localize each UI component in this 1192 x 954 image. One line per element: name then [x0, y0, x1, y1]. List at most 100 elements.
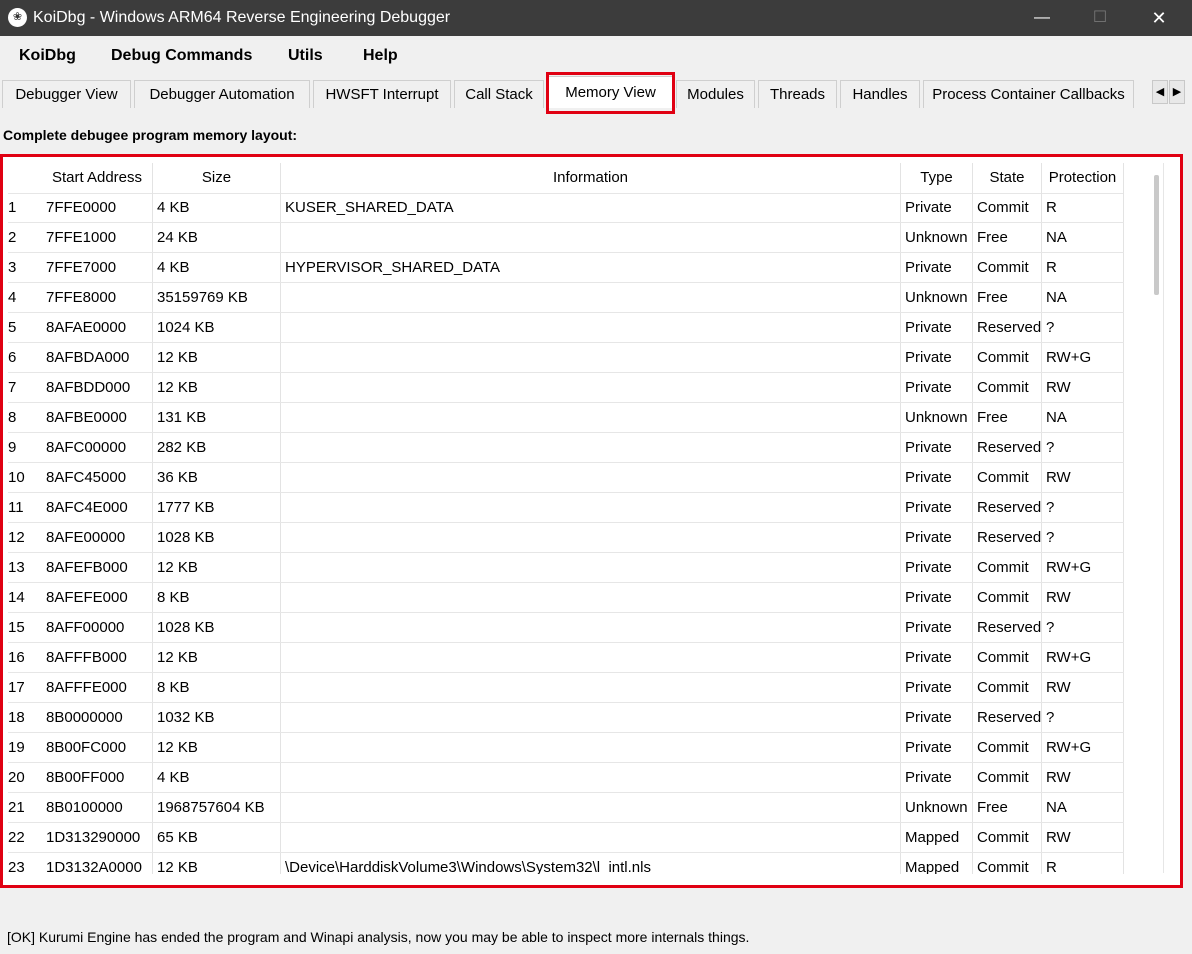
maximize-button[interactable]: ☐: [1080, 4, 1120, 32]
cell-size: 12 KB: [153, 343, 281, 372]
tab-scroll-left-icon[interactable]: ◀: [1152, 80, 1168, 104]
table-row[interactable]: 6 8AFBDA000 12 KB Private Commit RW+G: [8, 343, 1124, 373]
table-row[interactable]: 5 8AFAE0000 1024 KB Private Reserved?: [8, 313, 1124, 343]
cell-information: [281, 523, 901, 552]
cell-type: Unknown: [901, 793, 973, 822]
table-row[interactable]: 13 8AFEFB000 12 KB Private Commit RW+G: [8, 553, 1124, 583]
cell-size: 8 KB: [153, 583, 281, 612]
table-row[interactable]: 7 8AFBDD000 12 KB Private Commit RW: [8, 373, 1124, 403]
tab-process-container-callbacks[interactable]: Process Container Callbacks: [923, 80, 1134, 108]
cell-state: Reserved: [973, 493, 1042, 522]
tab-scroll-right-icon[interactable]: ▶: [1169, 80, 1185, 104]
cell-state: Commit: [973, 253, 1042, 282]
cell-information: [281, 373, 901, 402]
cell-protection: ?: [1042, 703, 1124, 732]
tab-debugger-automation[interactable]: Debugger Automation: [134, 80, 310, 108]
cell-protection: RW: [1042, 823, 1124, 852]
cell-row-number: 9: [8, 439, 17, 456]
cell-size: 24 KB: [153, 223, 281, 252]
table-row[interactable]: 11 8AFC4E000 1777 KB Private Reserved?: [8, 493, 1124, 523]
cell-start-address: 8AFEFE000: [42, 583, 153, 612]
cell-type: Unknown: [901, 223, 973, 252]
header-start-address[interactable]: Start Address: [42, 163, 153, 193]
table-row[interactable]: 2 7FFE1000 24 KB Unknown Free NA: [8, 223, 1124, 253]
cell-start-address: 8AFC45000: [42, 463, 153, 492]
cell-type: Unknown: [901, 403, 973, 432]
cell-size: 4 KB: [153, 193, 281, 222]
tab-hwsft-interrupt[interactable]: HWSFT Interrupt: [313, 80, 451, 108]
cell-type: Private: [901, 553, 973, 582]
cell-row-number: 23: [8, 859, 25, 874]
table-row[interactable]: 22 1D313290000 65 KB Mapped Commit RW: [8, 823, 1124, 853]
cell-state: Commit: [973, 643, 1042, 672]
grid-header: Start Address Size Information Type Stat…: [8, 163, 1124, 194]
cell-row-number: 22: [8, 829, 25, 846]
menu-utils[interactable]: Utils: [288, 46, 323, 66]
table-row[interactable]: 17 8AFFFE000 8 KB Private Commit RW: [8, 673, 1124, 703]
table-row[interactable]: 3 7FFE7000 4 KB HYPERVISOR_SHARED_DATA Priva…: [8, 253, 1124, 283]
menu-help[interactable]: Help: [363, 46, 398, 66]
cell-information: [281, 793, 901, 822]
cell-row-number: 20: [8, 769, 25, 786]
cell-state: Free: [973, 403, 1042, 432]
cell-state: Reserved: [973, 433, 1042, 462]
menu-koidbg[interactable]: KoiDbg: [19, 46, 76, 66]
table-row[interactable]: 12 8AFE00000 1028 KB Private Reserved?: [8, 523, 1124, 553]
cell-type: Private: [901, 523, 973, 552]
table-row[interactable]: 4 7FFE8000 35159769 KB Unknown Free NA: [8, 283, 1124, 313]
header-size[interactable]: Size: [153, 163, 281, 193]
header-information[interactable]: Information: [281, 163, 901, 193]
cell-state: Commit: [973, 673, 1042, 702]
header-protection[interactable]: Protection: [1042, 163, 1124, 193]
cell-row-number: 16: [8, 649, 25, 666]
tab-threads[interactable]: Threads: [758, 80, 837, 108]
header-type[interactable]: Type: [901, 163, 973, 193]
cell-type: Private: [901, 703, 973, 732]
cell-size: 1024 KB: [153, 313, 281, 342]
cell-size: 35159769 KB: [153, 283, 281, 312]
vertical-scrollbar[interactable]: [1154, 175, 1159, 295]
table-row[interactable]: 20 8B00FF000 4 KB Private Commit RW: [8, 763, 1124, 793]
cell-information: \Device\HarddiskVolume3\Windows\System32…: [281, 853, 901, 874]
tab-call-stack[interactable]: Call Stack: [454, 80, 544, 108]
tab-debugger-view[interactable]: Debugger View: [2, 80, 131, 108]
cell-row-number: 18: [8, 709, 25, 726]
cell-type: Private: [901, 733, 973, 762]
tab-handles[interactable]: Handles: [840, 80, 920, 108]
table-row[interactable]: 16 8AFFFB000 12 KB Private Commit RW+G: [8, 643, 1124, 673]
grid-body: 1 7FFE0000 4 KB KUSER_SHARED_DATA Private Com…: [8, 193, 1124, 874]
cell-protection: RW+G: [1042, 733, 1124, 762]
table-row[interactable]: 18 8B0000000 1032 KB Private Reserved?: [8, 703, 1124, 733]
cell-start-address: 8AFFFE000: [42, 673, 153, 702]
table-row[interactable]: 23 1D3132A0000 12 KB \Device\HarddiskVolume…: [8, 853, 1124, 874]
table-row[interactable]: 21 8B0100000 1968757604 KB Unknown Free NA: [8, 793, 1124, 823]
cell-state: Commit: [973, 373, 1042, 402]
cell-size: 12 KB: [153, 373, 281, 402]
cell-size: 12 KB: [153, 553, 281, 582]
tab-modules[interactable]: Modules: [676, 80, 755, 108]
table-row[interactable]: 9 8AFC00000 282 KB Private Reserved?: [8, 433, 1124, 463]
koi-fish-icon: ❀: [8, 8, 27, 27]
table-row[interactable]: 14 8AFEFE000 8 KB Private Commit RW: [8, 583, 1124, 613]
cell-information: HYPERVISOR_SHARED_DATA: [281, 253, 901, 282]
table-row[interactable]: 10 8AFC45000 36 KB Private Commit RW: [8, 463, 1124, 493]
cell-size: 4 KB: [153, 253, 281, 282]
cell-protection: RW: [1042, 373, 1124, 402]
table-row[interactable]: 15 8AFF00000 1028 KB Private Reserved?: [8, 613, 1124, 643]
cell-start-address: 8AFBE0000: [42, 403, 153, 432]
minimize-button[interactable]: —: [1022, 4, 1062, 32]
cell-state: Reserved: [973, 313, 1042, 342]
cell-protection: ?: [1042, 433, 1124, 462]
table-row[interactable]: 19 8B00FC000 12 KB Private Commit RW+G: [8, 733, 1124, 763]
cell-start-address: 8B00FC000: [42, 733, 153, 762]
table-row[interactable]: 1 7FFE0000 4 KB KUSER_SHARED_DATA Private Com…: [8, 193, 1124, 223]
cell-state: Commit: [973, 733, 1042, 762]
cell-state: Commit: [973, 463, 1042, 492]
table-row[interactable]: 8 8AFBE0000 131 KB Unknown Free NA: [8, 403, 1124, 433]
header-state[interactable]: State: [973, 163, 1042, 193]
menu-debug-commands[interactable]: Debug Commands: [111, 46, 252, 66]
close-button[interactable]: ✕: [1139, 4, 1179, 32]
cell-start-address: 8B0000000: [42, 703, 153, 732]
cell-protection: R: [1042, 253, 1124, 282]
cell-row-number: 21: [8, 799, 25, 816]
